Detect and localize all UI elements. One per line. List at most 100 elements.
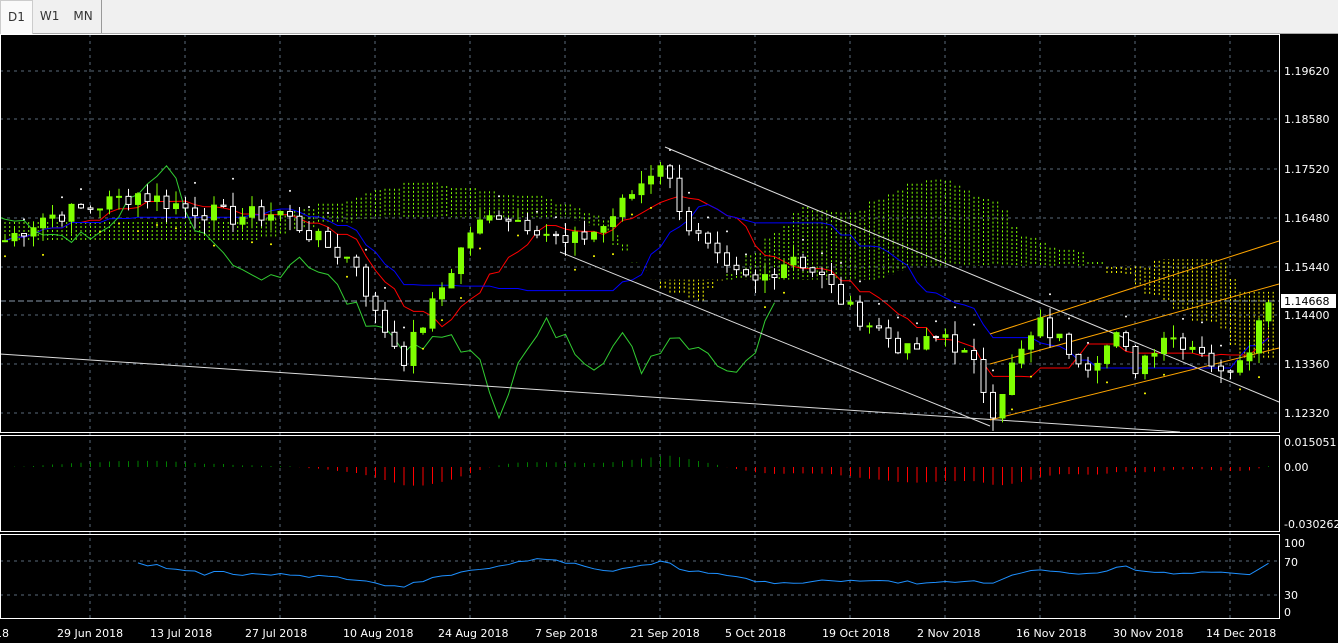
date-label: 21 Sep 2018	[630, 627, 700, 640]
candle-body	[1056, 333, 1063, 339]
grid	[0, 34, 1279, 618]
parabolic-sar-dot	[156, 224, 158, 227]
price-label: 1.14400	[1284, 309, 1330, 322]
candle-body	[1142, 355, 1148, 375]
candle-body	[239, 216, 246, 225]
date-label: 27 Jul 2018	[245, 627, 307, 640]
candle-body	[1075, 353, 1082, 365]
parabolic-sar-dot	[555, 216, 557, 219]
candle-body	[781, 264, 787, 279]
candle-body	[192, 207, 198, 217]
candle-body	[752, 274, 759, 281]
timeframe-toolbar: D1 W1 MN	[0, 0, 1338, 35]
candle-body	[496, 215, 502, 220]
candle-body	[1037, 317, 1044, 337]
parabolic-sar-dot	[688, 191, 690, 194]
candle-body	[344, 256, 350, 259]
parabolic-sar-dot	[270, 243, 272, 246]
candle-body	[999, 393, 1006, 419]
candle-body	[87, 207, 94, 210]
price-label: 1.13360	[1284, 358, 1330, 371]
parabolic-sar-dot	[1201, 321, 1203, 324]
date-label: 30 Nov 2018	[1113, 627, 1183, 640]
candle-body	[676, 177, 683, 213]
candle-body	[1113, 332, 1120, 347]
candle-body	[21, 233, 27, 237]
candle-body	[733, 264, 740, 271]
price-chart[interactable]: 1.19620 1.18580 1.17520 1.16480 1.15440 …	[0, 34, 1338, 643]
candle-body	[1189, 346, 1196, 350]
date-label: 2 Nov 2018	[917, 627, 980, 640]
candle-body	[287, 210, 293, 217]
candle-body	[306, 230, 312, 241]
date-label: 18	[0, 627, 9, 640]
price-label: 1.17520	[1284, 163, 1330, 176]
parabolic-sar-dot	[536, 210, 538, 213]
candle-body	[876, 325, 882, 329]
candle-body	[762, 274, 768, 281]
candle-body	[486, 215, 493, 221]
candle-body	[828, 273, 835, 285]
candle-body	[1265, 302, 1272, 322]
candle-body	[353, 256, 360, 268]
candle-body	[686, 211, 692, 232]
tab-w1[interactable]: W1	[33, 0, 67, 33]
candle-body	[790, 256, 797, 266]
candle-body	[990, 391, 996, 419]
tab-mn[interactable]: MN	[66, 0, 99, 33]
candle-body	[363, 266, 369, 297]
parabolic-sar-dot	[137, 230, 139, 233]
parabolic-sar-dot	[1011, 408, 1013, 411]
candle-body	[695, 230, 702, 234]
parabolic-sar-dot	[327, 211, 329, 214]
candle-body	[809, 267, 816, 273]
candle-body	[1123, 332, 1129, 347]
candle-body	[885, 327, 892, 339]
candle-body	[173, 203, 179, 210]
candle-body	[230, 205, 236, 225]
candle-body	[1256, 320, 1262, 354]
candle-body	[410, 331, 417, 366]
parabolic-sar-dot	[194, 181, 196, 184]
candle-body	[705, 232, 711, 244]
parabolic-sar-dot	[669, 148, 671, 151]
candle-body	[667, 165, 673, 179]
candle-body	[30, 227, 37, 237]
candle-body	[125, 195, 132, 205]
candle-body	[1028, 335, 1034, 350]
candle-body	[1132, 345, 1139, 375]
parabolic-sar-dot	[593, 255, 595, 258]
parabolic-sar-dot	[479, 247, 481, 250]
parabolic-sar-dot	[574, 268, 576, 271]
candle-body	[819, 271, 825, 275]
date-label: 16 Nov 2018	[1016, 627, 1086, 640]
price-axis: 1.19620 1.18580 1.17520 1.16480 1.15440 …	[1281, 65, 1338, 619]
tab-d1[interactable]: D1	[0, 0, 33, 35]
candle-body	[116, 195, 122, 198]
parabolic-sar-dot	[1182, 317, 1184, 320]
parabolic-sar-dot	[973, 323, 975, 326]
candle-body	[78, 203, 84, 209]
candle-body	[1018, 348, 1025, 364]
candle-body	[980, 359, 987, 393]
parabolic-sar-dot	[631, 213, 633, 216]
candle-body	[268, 214, 274, 221]
price-label: 1.15440	[1284, 261, 1330, 274]
candle-body	[923, 336, 930, 350]
parabolic-sar-dot	[1106, 381, 1108, 384]
candle-body	[534, 230, 540, 236]
date-axis: 18 29 Jun 2018 13 Jul 2018 27 Jul 2018 10 Au…	[0, 627, 1276, 640]
parabolic-sar-dot	[992, 369, 994, 372]
candle-body	[315, 230, 322, 241]
candle-body	[724, 252, 730, 266]
candle-body	[1180, 337, 1186, 350]
candle-body	[572, 231, 578, 243]
candle-body	[420, 327, 426, 333]
candle-body	[477, 219, 483, 234]
price-label: 1.16480	[1284, 212, 1330, 225]
parabolic-sar-dot	[650, 206, 652, 209]
candle-body	[249, 206, 255, 218]
candle-body	[201, 215, 208, 221]
candle-body	[401, 345, 407, 366]
candle-body	[800, 256, 806, 269]
